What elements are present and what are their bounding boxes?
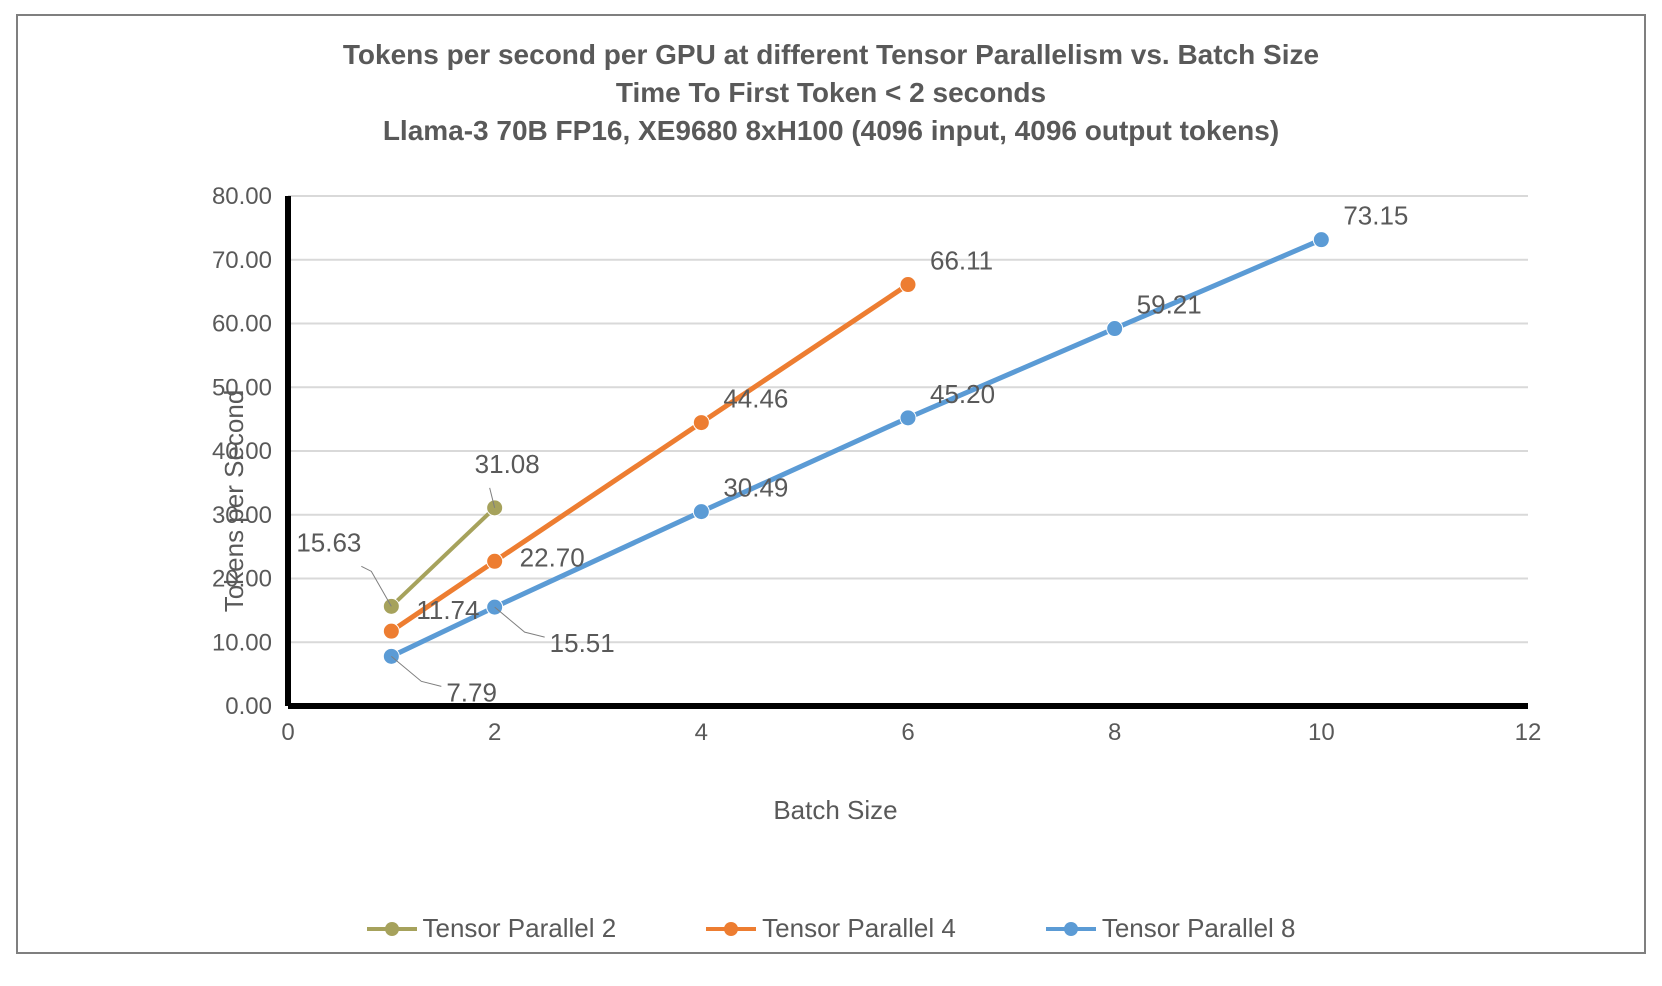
svg-text:80.00: 80.00 [212,186,272,210]
svg-text:30.00: 30.00 [212,502,272,529]
svg-text:59.21: 59.21 [1137,290,1202,320]
svg-text:10.00: 10.00 [212,629,272,656]
svg-text:50.00: 50.00 [212,374,272,401]
plot-area: Tokens per Second 0.0010.0020.0030.0040.… [118,186,1553,816]
title-line-1: Tokens per second per GPU at different T… [18,36,1644,74]
svg-text:10: 10 [1308,719,1335,746]
svg-text:44.46: 44.46 [723,384,788,414]
svg-text:20.00: 20.00 [212,566,272,593]
svg-text:4: 4 [695,719,708,746]
svg-text:15.51: 15.51 [550,628,615,658]
svg-text:7.79: 7.79 [446,677,497,707]
legend-swatch-tp8 [1046,927,1096,931]
svg-text:31.08: 31.08 [475,449,540,479]
svg-text:22.70: 22.70 [520,542,585,572]
x-axis-label: Batch Size [118,795,1553,826]
chart-svg: 0.00 10.00 20.00 30.00 40.00 50.00 60.00 70.00 8… [178,186,1548,766]
chart-container: Tokens per second per GPU at different T… [16,14,1646,954]
svg-text:15.63: 15.63 [296,527,361,557]
svg-text:11.74: 11.74 [416,595,479,625]
title-line-2: Time To First Token < 2 seconds [18,74,1644,112]
svg-text:60.00: 60.00 [212,311,272,338]
legend-swatch-tp4 [706,927,756,931]
svg-text:2: 2 [488,719,501,746]
legend-item-tp4: Tensor Parallel 4 [706,913,956,944]
svg-text:30.49: 30.49 [723,473,788,503]
legend-label-tp4: Tensor Parallel 4 [762,913,956,944]
svg-text:0.00: 0.00 [225,693,272,720]
svg-text:70.00: 70.00 [212,247,272,274]
legend: Tensor Parallel 2 Tensor Parallel 4 Tens… [18,913,1644,944]
legend-item-tp2: Tensor Parallel 2 [367,913,617,944]
legend-label-tp2: Tensor Parallel 2 [423,913,617,944]
legend-swatch-tp2 [367,927,417,931]
svg-text:0: 0 [281,719,294,746]
chart-title: Tokens per second per GPU at different T… [18,16,1644,149]
svg-text:12: 12 [1515,719,1542,746]
svg-text:73.15: 73.15 [1343,201,1408,231]
svg-text:8: 8 [1108,719,1121,746]
title-line-3: Llama-3 70B FP16, XE9680 8xH100 (4096 in… [18,112,1644,150]
legend-item-tp8: Tensor Parallel 8 [1046,913,1296,944]
svg-text:45.20: 45.20 [930,379,995,409]
svg-text:40.00: 40.00 [212,438,272,465]
svg-text:66.11: 66.11 [930,246,993,276]
legend-label-tp8: Tensor Parallel 8 [1102,913,1296,944]
svg-text:6: 6 [901,719,914,746]
